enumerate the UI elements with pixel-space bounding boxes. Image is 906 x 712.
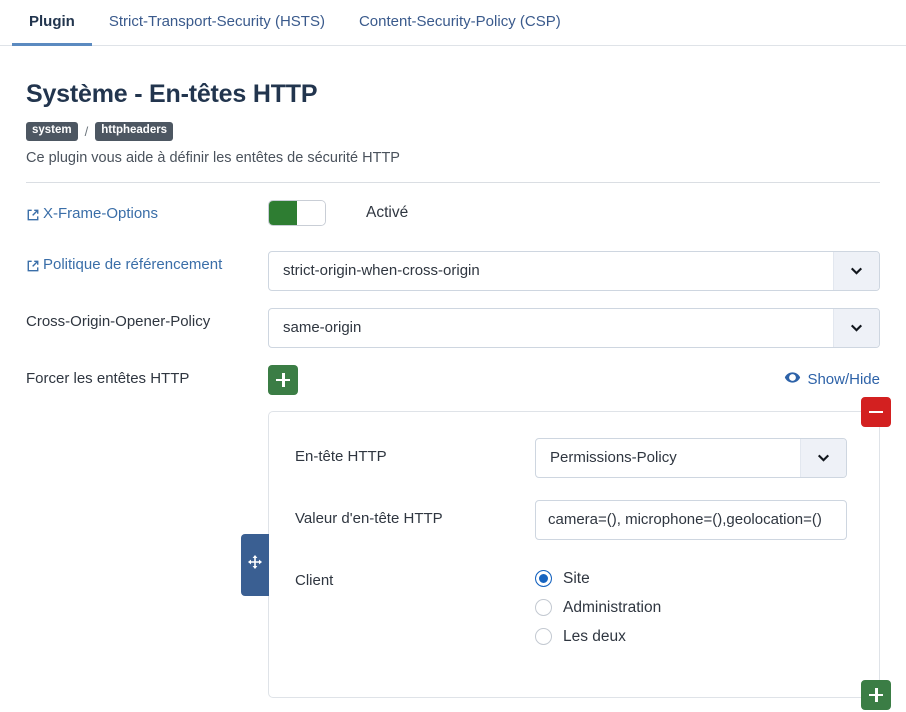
field-row-x-frame-options: X-Frame-Options Activé xyxy=(26,199,880,234)
label-client: Client xyxy=(295,571,334,589)
panel-row-client: Client Site Administration Les deux xyxy=(295,562,857,657)
external-link-icon xyxy=(26,208,40,222)
select-cross-origin-opener-policy[interactable]: same-origin xyxy=(268,307,880,348)
add-header-entry-button[interactable] xyxy=(861,679,891,710)
radio-label-administration: Administration xyxy=(563,598,662,616)
toggle-off-segment xyxy=(297,200,325,225)
label-cross-origin-opener-policy-text: Cross-Origin-Opener-Policy xyxy=(26,312,211,330)
panel-row-http-header: En-tête HTTP Permissions-Policy xyxy=(295,437,857,478)
tab-hsts-label: Strict-Transport-Security (HSTS) xyxy=(108,13,325,30)
show-hide-label: Show/Hide xyxy=(807,371,880,389)
chevron-down-icon xyxy=(833,251,879,290)
breadcrumb: system / httpheaders xyxy=(26,122,880,141)
field-row-referrer-policy: Politique de référencement strict-origin… xyxy=(26,250,880,291)
add-header-button[interactable] xyxy=(268,364,298,395)
repeatable-group: En-tête HTTP Permissions-Policy Valeur d… xyxy=(241,396,891,710)
toggle-x-frame-options[interactable] xyxy=(268,199,326,226)
tab-hsts[interactable]: Strict-Transport-Security (HSTS) xyxy=(92,0,342,46)
label-x-frame-options[interactable]: X-Frame-Options xyxy=(26,200,268,222)
tab-plugin-label: Plugin xyxy=(29,13,75,30)
header-entry-panel: En-tête HTTP Permissions-Policy Valeur d… xyxy=(241,396,891,710)
select-referrer-policy-value: strict-origin-when-cross-origin xyxy=(283,262,480,280)
toggle-on-segment xyxy=(269,200,297,225)
label-force-http-headers: Forcer les entêtes HTTP xyxy=(26,365,268,387)
radio-icon-administration xyxy=(535,599,552,617)
badge-group: system xyxy=(26,122,78,141)
breadcrumb-separator: / xyxy=(84,123,89,139)
tab-bar: Plugin Strict-Transport-Security (HSTS) … xyxy=(0,0,906,46)
chevron-down-icon xyxy=(833,308,879,347)
header-divider xyxy=(26,181,880,183)
radio-option-les-deux[interactable]: Les deux xyxy=(535,628,857,646)
plus-icon xyxy=(869,687,883,702)
label-http-header: En-tête HTTP xyxy=(295,447,387,465)
plus-icon xyxy=(276,372,290,387)
label-referrer-policy[interactable]: Politique de référencement xyxy=(26,251,268,273)
label-force-http-headers-text: Forcer les entêtes HTTP xyxy=(26,369,190,387)
page-description: Ce plugin vous aide à définir les entête… xyxy=(26,149,400,166)
tab-csp[interactable]: Content-Security-Policy (CSP) xyxy=(342,0,578,46)
radio-option-administration[interactable]: Administration xyxy=(535,599,857,617)
select-cross-origin-opener-policy-value: same-origin xyxy=(283,319,362,337)
drag-handle[interactable] xyxy=(241,533,269,596)
toggle-state-label: Activé xyxy=(366,203,409,221)
field-client: Site Administration Les deux xyxy=(535,562,857,657)
field-row-cross-origin-opener-policy: Cross-Origin-Opener-Policy same-origin xyxy=(26,307,880,348)
label-x-frame-options-text: X-Frame-Options xyxy=(43,204,159,222)
eye-icon xyxy=(784,369,801,390)
page-title: Système - En-têtes HTTP xyxy=(26,80,318,108)
radio-label-site: Site xyxy=(563,569,590,587)
label-http-header-value: Valeur d'en-tête HTTP xyxy=(295,509,443,527)
field-http-header: Permissions-Policy xyxy=(535,437,857,478)
select-http-header[interactable]: Permissions-Policy xyxy=(535,437,847,478)
field-http-header-value xyxy=(535,499,857,540)
panel-row-http-header-value: Valeur d'en-tête HTTP xyxy=(295,499,857,540)
page-content: Système - En-têtes HTTP system / httphea… xyxy=(0,80,906,710)
select-http-header-value: Permissions-Policy xyxy=(550,449,677,467)
http-header-value-input[interactable] xyxy=(535,499,847,540)
tab-csp-label: Content-Security-Policy (CSP) xyxy=(358,13,561,30)
remove-header-button[interactable] xyxy=(861,396,891,427)
field-cross-origin-opener-policy: same-origin xyxy=(268,307,880,348)
badge-plugin-name: httpheaders xyxy=(95,122,174,141)
select-referrer-policy[interactable]: strict-origin-when-cross-origin xyxy=(268,250,880,291)
label-referrer-policy-text: Politique de référencement xyxy=(43,255,223,273)
tab-plugin[interactable]: Plugin xyxy=(12,0,92,46)
external-link-icon xyxy=(26,259,40,273)
client-radio-group: Site Administration Les deux xyxy=(535,562,857,646)
move-arrows-icon xyxy=(247,554,263,575)
field-x-frame-options: Activé xyxy=(268,199,880,226)
radio-icon-site xyxy=(535,570,552,588)
label-cross-origin-opener-policy: Cross-Origin-Opener-Policy xyxy=(26,308,268,330)
radio-option-site[interactable]: Site xyxy=(535,570,857,588)
radio-icon-les-deux xyxy=(535,628,552,646)
chevron-down-icon xyxy=(800,438,846,477)
field-force-http-headers: Show/Hide xyxy=(268,364,880,395)
field-row-force-http-headers: Forcer les entêtes HTTP Show/Hide xyxy=(26,364,880,399)
minus-icon xyxy=(869,405,883,419)
show-hide-toggle[interactable]: Show/Hide xyxy=(784,369,880,390)
field-referrer-policy: strict-origin-when-cross-origin xyxy=(268,250,880,291)
radio-label-les-deux: Les deux xyxy=(563,627,626,645)
